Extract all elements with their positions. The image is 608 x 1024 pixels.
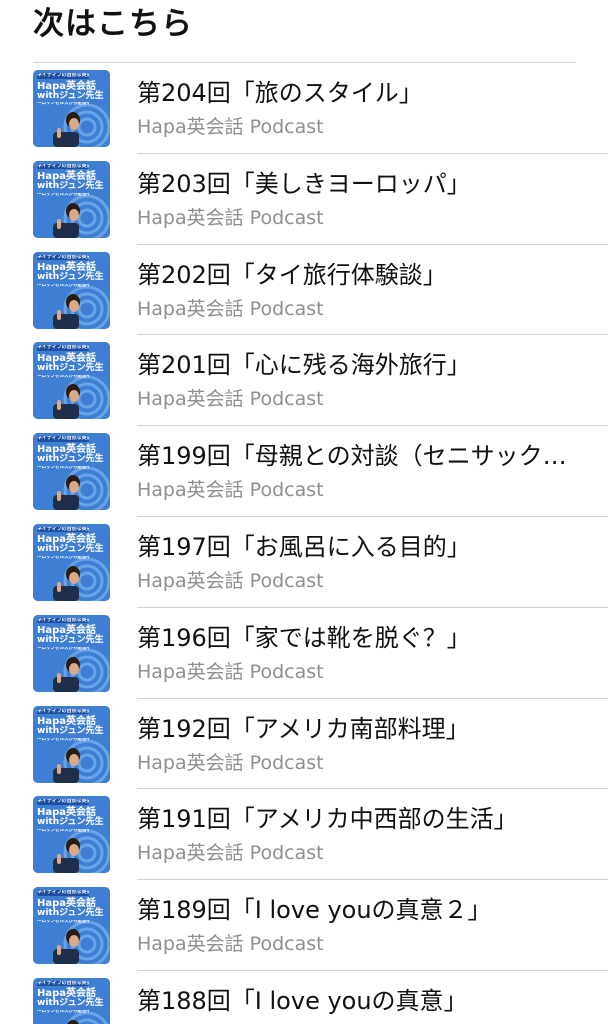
artwork-host: withジュン先生 bbox=[37, 816, 104, 827]
episode-title: 第189回「I love youの真意２」 bbox=[137, 896, 492, 925]
podcast-artwork-icon: ネイティブの自然な英会話 Hapa英会話 withジュン先生 〜ロサンゼルスから… bbox=[33, 160, 110, 238]
episode-show-name: Hapa英会話 Podcast bbox=[137, 116, 324, 138]
artwork-tagline: ネイティブの自然な英会話 bbox=[37, 345, 89, 351]
up-next-screen: 次はこちら ネイティブの自然な英会話 Hapa英会話 withジュン先生 〜ロサ… bbox=[0, 0, 608, 1024]
episode-title: 第201回「心に残る海外旅行」 bbox=[137, 351, 471, 380]
artwork-subtitle: 〜ロサンゼルスから配信中〜 bbox=[37, 283, 89, 288]
episode-show-name: Hapa英会話 Podcast bbox=[137, 297, 324, 320]
episode-title: 第191回「アメリカ中西部の生活」 bbox=[137, 805, 518, 834]
artwork-tagline: ネイティブの自然な英会話 bbox=[37, 708, 89, 715]
podcast-artwork-icon: ネイティブの自然な英会話 Hapa英会話 withジュン先生 〜ロサンゼルスから… bbox=[33, 705, 110, 783]
episode-row[interactable]: ネイティブの自然な英会話 Hapa英会話 withジュン先生 〜ロサンゼルスから… bbox=[0, 789, 608, 881]
artwork-subtitle: 〜ロサンゼルスから配信中〜 bbox=[37, 737, 89, 742]
artwork-tagline: ネイティブの自然な英会話 bbox=[37, 436, 89, 442]
episode-show-name: Hapa英会話 Podcast bbox=[137, 751, 324, 774]
episode-title: 第199回「母親との対談（セニサック… bbox=[137, 442, 567, 471]
episode-row[interactable]: ネイティブの自然な英会話 Hapa英会話 withジュン先生 〜ロサンゼルスから… bbox=[0, 517, 608, 608]
artwork-subtitle: 〜ロサンゼルスから配信中〜 bbox=[37, 828, 89, 833]
artwork-subtitle: 〜ロサンゼルスから配信中〜 bbox=[37, 647, 89, 652]
podcast-artwork-icon: ネイティブの自然な英会話 Hapa英会話 withジュン先生 〜ロサンゼルスから… bbox=[33, 342, 110, 420]
artwork-subtitle: 〜ロサンゼルスから配信中〜 bbox=[37, 465, 89, 470]
episode-show-name: Hapa英会話 Podcast bbox=[137, 660, 324, 683]
episode-row[interactable]: ネイティブの自然な英会話 Hapa英会話 withジュン先生 〜ロサンゼルスから… bbox=[0, 63, 608, 154]
artwork-tagline: ネイティブの自然な英会話 bbox=[37, 163, 89, 170]
artwork-tagline: ネイティブの自然な英会話 bbox=[37, 526, 89, 533]
podcast-artwork-icon: ネイティブの自然な英会話 Hapa英会話 withジュン先生 〜ロサンゼルスから… bbox=[33, 523, 110, 601]
episode-title: 第202回「タイ旅行体験談」 bbox=[137, 260, 447, 289]
artwork-host: withジュン先生 bbox=[37, 907, 104, 918]
episode-list: ネイティブの自然な英会話 Hapa英会話 withジュン先生 〜ロサンゼルスから… bbox=[0, 63, 608, 1024]
artwork-host: withジュン先生 bbox=[37, 726, 104, 737]
episode-show-name: Hapa英会話 Podcast bbox=[137, 569, 324, 592]
artwork-subtitle: 〜ロサンゼルスから配信中〜 bbox=[37, 556, 89, 561]
podcast-artwork-icon: ネイティブの自然な英会話 Hapa英会話 withジュン先生 〜ロサンゼルスから… bbox=[33, 887, 110, 965]
episode-title: 第204回「旅のスタイル」 bbox=[137, 79, 423, 107]
episode-title: 第203回「美しきヨーロッパ」 bbox=[137, 169, 471, 198]
episode-show-name: Hapa英会話 Podcast bbox=[137, 388, 324, 411]
artwork-subtitle: 〜ロサンゼルスから配信中〜 bbox=[37, 193, 89, 198]
episode-row[interactable]: ネイティブの自然な英会話 Hapa英会話 withジュン先生 〜ロサンゼルスから… bbox=[0, 335, 608, 427]
episode-row[interactable]: ネイティブの自然な英会話 Hapa英会話 withジュン先生 〜ロサンゼルスから… bbox=[0, 699, 608, 790]
artwork-subtitle: 〜ロサンゼルスから配信中〜 bbox=[37, 1010, 89, 1015]
episode-show-name: Hapa英会話 Podcast bbox=[137, 206, 324, 229]
artwork-host: withジュン先生 bbox=[37, 453, 104, 464]
episode-title: 第196回「家では靴を脱ぐ？」 bbox=[137, 623, 471, 652]
episode-row[interactable]: ネイティブの自然な英会話 Hapa英会話 withジュン先生 〜ロサンゼルスから… bbox=[0, 971, 608, 1024]
podcast-artwork-icon: ネイティブの自然な英会話 Hapa英会話 withジュン先生 〜ロサンゼルスから… bbox=[33, 796, 110, 874]
podcast-artwork-icon: ネイティブの自然な英会話 Hapa英会話 withジュン先生 〜ロサンゼルスから… bbox=[33, 433, 110, 511]
podcast-artwork-icon: ネイティブの自然な英会話 Hapa英会話 withジュン先生 〜ロサンゼルスから… bbox=[33, 614, 110, 692]
artwork-subtitle: 〜ロサンゼルスから配信中〜 bbox=[37, 374, 89, 379]
episode-title: 第192回「アメリカ南部料理」 bbox=[137, 714, 470, 743]
artwork-host: withジュン先生 bbox=[37, 181, 104, 192]
podcast-artwork-icon: ネイティブの自然な英会話 Hapa英会話 withジュン先生 〜ロサンゼルスから… bbox=[33, 70, 110, 147]
artwork-tagline: ネイティブの自然な英会話 bbox=[37, 980, 89, 987]
section-title: 次はこちら bbox=[33, 6, 193, 42]
episode-show-name: Hapa英会話 Podcast bbox=[137, 479, 324, 502]
episode-row[interactable]: ネイティブの自然な英会話 Hapa英会話 withジュン先生 〜ロサンゼルスから… bbox=[0, 608, 608, 699]
artwork-host: withジュン先生 bbox=[37, 272, 104, 283]
podcast-artwork-icon: ネイティブの自然な英会話 Hapa英会話 withジュン先生 〜ロサンゼルスから… bbox=[33, 977, 110, 1024]
artwork-title: Hapa英会話 bbox=[37, 80, 97, 92]
artwork-host: withジュン先生 bbox=[37, 544, 104, 555]
artwork-tagline: ネイティブの自然な英会話 bbox=[37, 799, 89, 805]
artwork-tagline: ネイティブの自然な英会話 bbox=[37, 890, 89, 896]
episode-title: 第197回「お風呂に入る目的」 bbox=[137, 532, 471, 561]
episode-row[interactable]: ネイティブの自然な英会話 Hapa英会話 withジュン先生 〜ロサンゼルスから… bbox=[0, 245, 608, 336]
episode-row[interactable]: ネイティブの自然な英会話 Hapa英会話 withジュン先生 〜ロサンゼルスから… bbox=[0, 880, 608, 971]
episode-show-name: Hapa英会話 Podcast bbox=[137, 933, 324, 956]
podcast-artwork-icon: ネイティブの自然な英会話 Hapa英会話 withジュン先生 〜ロサンゼルスから… bbox=[33, 251, 110, 329]
artwork-host: withジュン先生 bbox=[37, 635, 104, 646]
episode-show-name: Hapa英会話 Podcast bbox=[137, 842, 324, 865]
artwork-host: withジュン先生 bbox=[37, 362, 104, 373]
artwork-host: withジュン先生 bbox=[37, 90, 104, 101]
artwork-tagline: ネイティブの自然な英会話 bbox=[37, 617, 89, 624]
episode-title: 第188回「I love youの真意」 bbox=[137, 986, 468, 1015]
artwork-subtitle: 〜ロサンゼルスから配信中〜 bbox=[37, 919, 89, 924]
artwork-subtitle: 〜ロサンゼルスから配信中〜 bbox=[37, 102, 89, 107]
artwork-tagline: ネイティブの自然な英会話 bbox=[37, 254, 89, 261]
artwork-tagline: ネイティブの自然な英会話 bbox=[37, 73, 89, 79]
episode-row[interactable]: ネイティブの自然な英会話 Hapa英会話 withジュン先生 〜ロサンゼルスから… bbox=[0, 154, 608, 245]
artwork-host: withジュン先生 bbox=[37, 998, 104, 1009]
episode-row[interactable]: ネイティブの自然な英会話 Hapa英会話 withジュン先生 〜ロサンゼルスから… bbox=[0, 426, 608, 517]
